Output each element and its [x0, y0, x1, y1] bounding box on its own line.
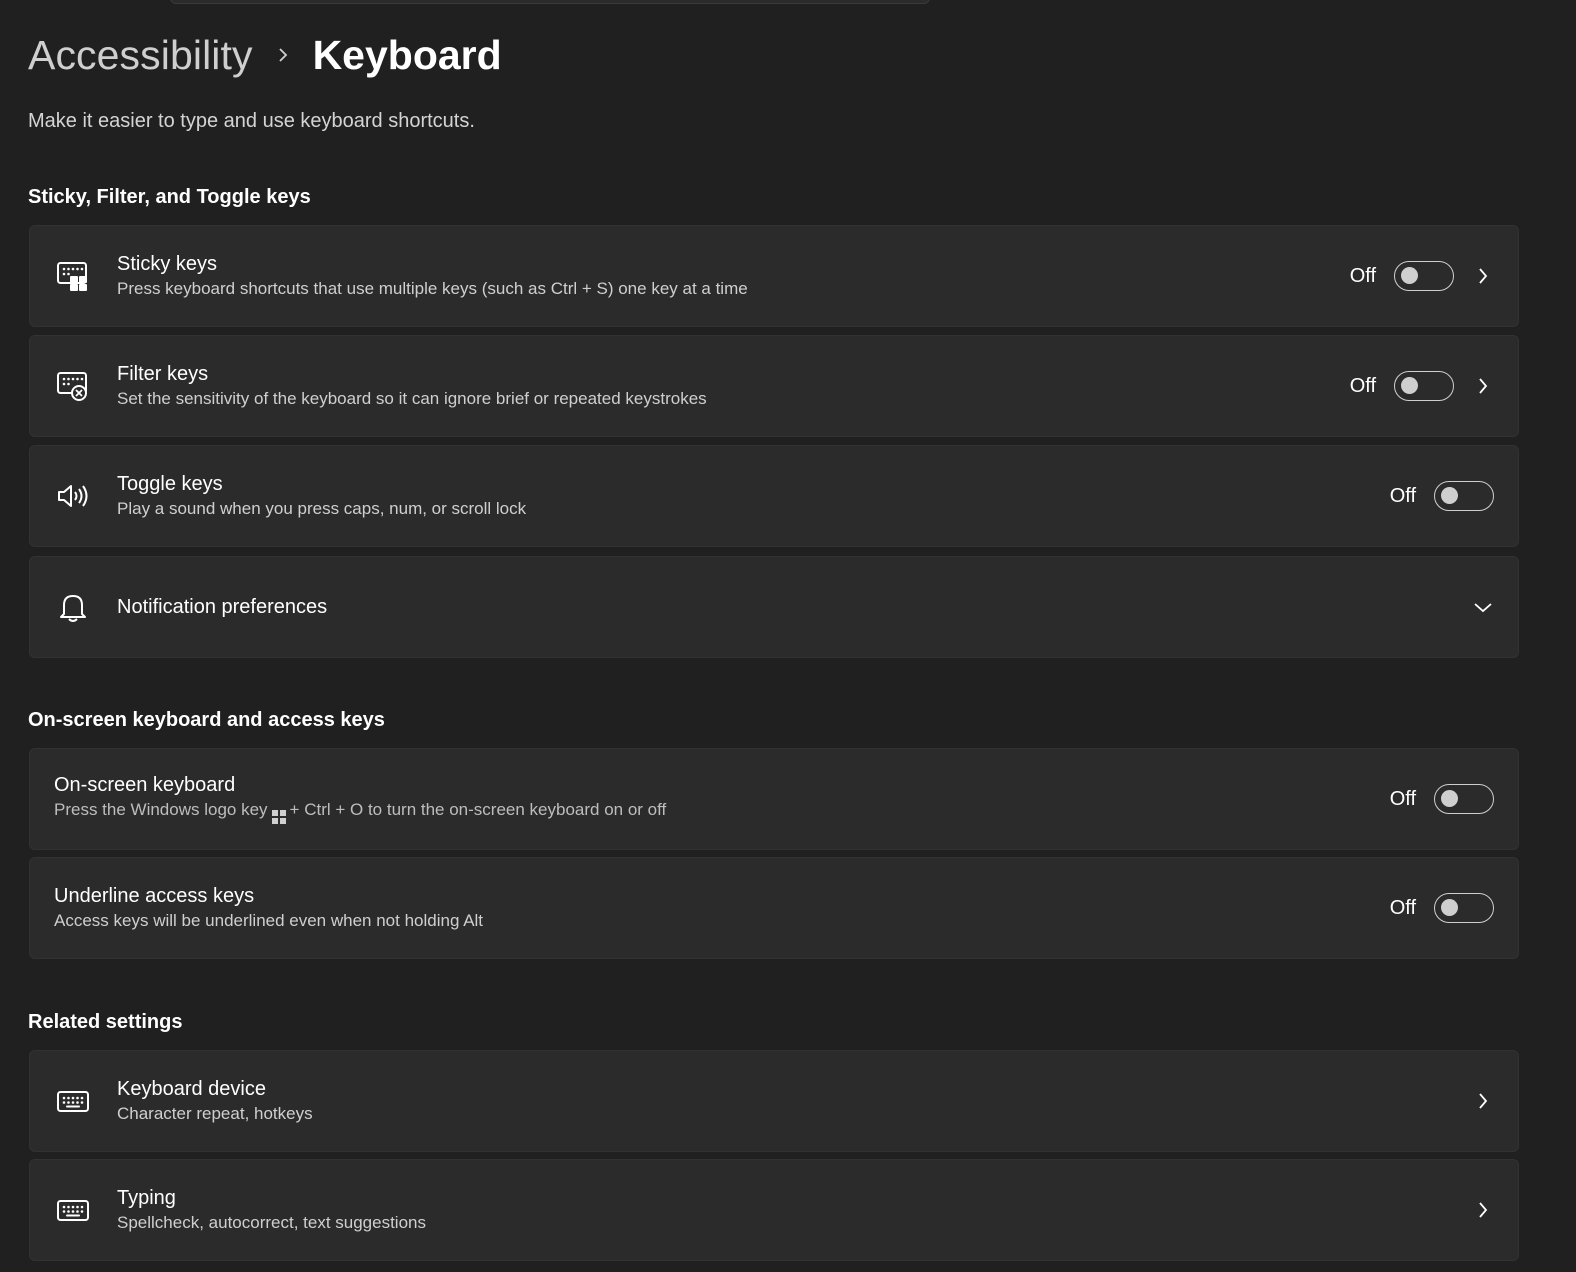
search-box-edge[interactable]: [170, 0, 930, 4]
keyboard-device-title: Keyboard device: [117, 1078, 266, 1100]
onscreen-keyboard-toggle[interactable]: [1434, 784, 1494, 814]
toggle-keys-card: Toggle keys Play a sound when you press …: [29, 445, 1519, 547]
chevron-right-icon[interactable]: [1472, 1090, 1494, 1112]
toggle-keys-toggle[interactable]: [1434, 481, 1494, 511]
onscreen-keyboard-state: Off: [1389, 787, 1416, 810]
typing-subtitle: Spellcheck, autocorrect, text suggestion…: [117, 1213, 426, 1232]
subtitle-part-1: Press the Windows logo key: [54, 800, 268, 819]
typing-title: Typing: [117, 1187, 176, 1209]
speaker-icon: [56, 479, 90, 513]
keyboard-icon: [56, 1193, 90, 1227]
keyboard-device-card[interactable]: Keyboard device Character repeat, hotkey…: [29, 1050, 1519, 1152]
breadcrumb-parent[interactable]: Accessibility: [28, 32, 253, 79]
sticky-keys-icon: [56, 259, 90, 293]
toggle-knob: [1441, 790, 1458, 807]
toggle-knob: [1401, 377, 1418, 394]
bell-icon: [56, 590, 90, 624]
keyboard-icon: [56, 1084, 90, 1118]
sticky-keys-title: Sticky keys: [117, 253, 218, 275]
filter-keys-title: Filter keys: [117, 363, 209, 385]
underline-access-keys-toggle[interactable]: [1434, 893, 1494, 923]
chevron-right-icon[interactable]: [1472, 265, 1494, 287]
onscreen-keyboard-card: On-screen keyboard Press the Windows log…: [29, 748, 1519, 850]
sticky-keys-card[interactable]: Sticky keys Press keyboard shortcuts tha…: [29, 225, 1519, 327]
section-title-sticky-filter-toggle: Sticky, Filter, and Toggle keys: [28, 186, 311, 208]
windows-logo-icon: [271, 810, 286, 824]
toggle-keys-subtitle: Play a sound when you press caps, num, o…: [117, 499, 527, 518]
chevron-right-icon: [271, 43, 295, 67]
section-title-related-settings: Related settings: [28, 1011, 183, 1033]
underline-access-keys-card: Underline access keys Access keys will b…: [29, 857, 1519, 959]
underline-access-keys-title: Underline access keys: [54, 885, 255, 907]
keyboard-device-subtitle: Character repeat, hotkeys: [117, 1104, 313, 1123]
subtitle-part-2: + Ctrl + O to turn the on-screen keyboar…: [289, 800, 667, 819]
notification-preferences-title: Notification preferences: [117, 595, 328, 618]
breadcrumb: Accessibility Keyboard: [28, 28, 502, 82]
notification-preferences-card[interactable]: Notification preferences: [29, 556, 1519, 658]
underline-access-keys-state: Off: [1389, 896, 1416, 919]
toggle-knob: [1441, 899, 1458, 916]
sticky-keys-subtitle: Press keyboard shortcuts that use multip…: [117, 279, 748, 298]
toggle-knob: [1441, 487, 1458, 504]
filter-keys-toggle[interactable]: [1394, 371, 1454, 401]
section-title-onscreen-access: On-screen keyboard and access keys: [28, 709, 385, 731]
filter-keys-card[interactable]: Filter keys Set the sensitivity of the k…: [29, 335, 1519, 437]
sticky-keys-state: Off: [1349, 264, 1376, 287]
page-title: Keyboard: [312, 31, 502, 78]
page-description: Make it easier to type and use keyboard …: [28, 110, 475, 132]
typing-card[interactable]: Typing Spellcheck, autocorrect, text sug…: [29, 1159, 1519, 1261]
onscreen-keyboard-title: On-screen keyboard: [54, 774, 236, 796]
filter-keys-subtitle: Set the sensitivity of the keyboard so i…: [117, 389, 707, 408]
chevron-down-icon[interactable]: [1472, 596, 1494, 618]
chevron-right-icon[interactable]: [1472, 375, 1494, 397]
sticky-keys-toggle[interactable]: [1394, 261, 1454, 291]
filter-keys-icon: [56, 369, 90, 403]
toggle-keys-state: Off: [1389, 484, 1416, 507]
toggle-keys-title: Toggle keys: [117, 473, 223, 495]
filter-keys-state: Off: [1349, 374, 1376, 397]
onscreen-keyboard-subtitle: Press the Windows logo key + Ctrl + O to …: [54, 800, 666, 824]
settings-page: Accessibility Keyboard Make it easier to…: [0, 0, 1576, 1272]
underline-access-keys-subtitle: Access keys will be underlined even when…: [54, 911, 484, 930]
toggle-knob: [1401, 267, 1418, 284]
chevron-right-icon[interactable]: [1472, 1199, 1494, 1221]
